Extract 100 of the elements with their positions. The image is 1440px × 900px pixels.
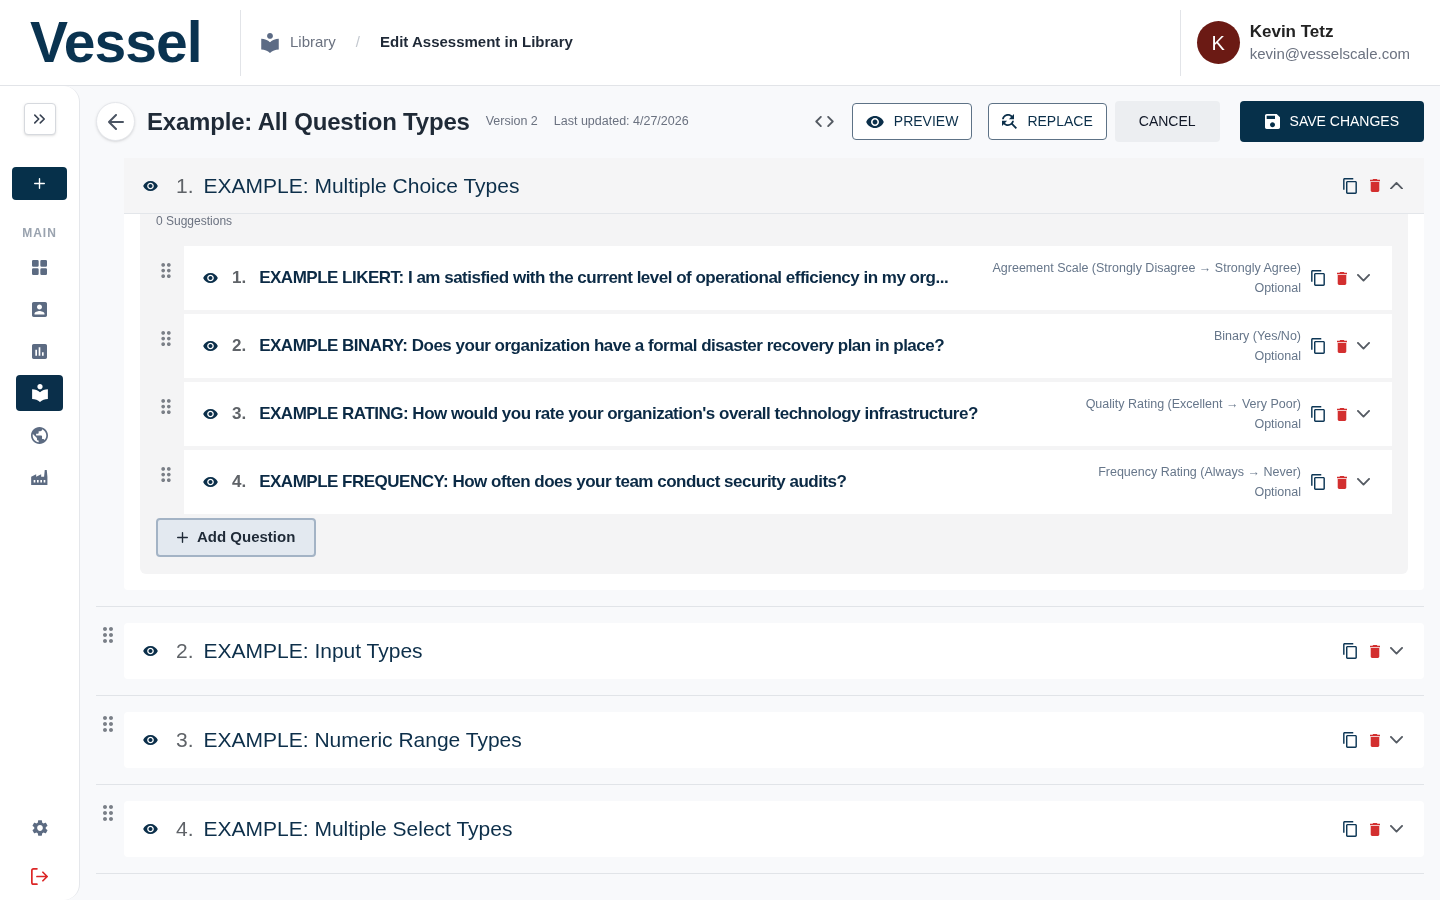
copy-icon[interactable] xyxy=(1311,406,1325,422)
globe-icon xyxy=(31,426,48,444)
drag-handle-icon[interactable] xyxy=(161,399,171,414)
section-header[interactable]: 1. EXAMPLE: Multiple Choice Types xyxy=(124,158,1424,214)
bar-chart-icon xyxy=(32,343,47,359)
eye-icon[interactable] xyxy=(203,273,218,283)
breadcrumb-current: Edit Assessment in Library xyxy=(380,32,573,53)
expand-sidebar-button[interactable] xyxy=(23,103,56,135)
chevron-down-icon[interactable] xyxy=(1390,825,1403,833)
requirement-label: Optional xyxy=(1254,348,1301,365)
drag-handle-icon[interactable] xyxy=(161,331,171,346)
breadcrumb-link[interactable]: Library xyxy=(290,31,336,54)
eye-icon[interactable] xyxy=(203,409,218,419)
code-icon[interactable] xyxy=(814,116,834,127)
last-updated-label: Last updated: 4/27/2026 xyxy=(553,113,689,131)
section-number: 1. xyxy=(176,172,194,199)
section-number: 3. xyxy=(176,727,194,754)
back-arrow-icon xyxy=(107,113,124,130)
trash-icon[interactable] xyxy=(1337,339,1347,353)
trash-icon[interactable] xyxy=(1337,475,1347,489)
question-type: Quality Rating (Excellent → Very Poor) xyxy=(1085,396,1301,413)
copy-icon[interactable] xyxy=(1343,732,1357,748)
user-name: Kevin Tetz xyxy=(1249,20,1335,43)
question-card[interactable]: 1. EXAMPLE LIKERT: I am satisfied with the current level of operational efficiency in my org... Agreement Scale (Strongly Disagree → Strongly Agree) Optional xyxy=(184,246,1392,310)
suggestion-count: 0 Suggestions xyxy=(156,214,233,228)
copy-icon[interactable] xyxy=(1343,643,1357,659)
section-number: 4. xyxy=(176,816,194,843)
question-type: Binary (Yes/No) xyxy=(1213,328,1301,345)
factory-icon xyxy=(31,469,48,485)
vessel-logo[interactable]: Vessel xyxy=(30,14,202,71)
question-number: 4. xyxy=(232,471,247,494)
copy-icon[interactable] xyxy=(1343,177,1357,194)
section-title: EXAMPLE: Multiple Select Types xyxy=(203,816,513,843)
question-number: 2. xyxy=(232,335,247,358)
add-button[interactable] xyxy=(12,167,67,200)
question-text: EXAMPLE BINARY: Does your organization have a formal disaster recovery plan in place? xyxy=(259,335,946,358)
drag-handle-icon[interactable] xyxy=(103,627,113,643)
section-title: EXAMPLE: Multiple Choice Types xyxy=(203,172,520,199)
question-number: 3. xyxy=(232,403,247,426)
requirement-label: Optional xyxy=(1254,484,1301,501)
eye-icon[interactable] xyxy=(143,824,158,834)
question-text: EXAMPLE RATING: How would you rate your organization's overall technology infrastructure? xyxy=(259,403,979,426)
drag-handle-icon[interactable] xyxy=(161,263,171,278)
add-question-button[interactable]: Add Question xyxy=(156,518,317,557)
copy-icon[interactable] xyxy=(1311,270,1325,286)
gear-icon xyxy=(31,820,48,836)
user-avatar[interactable]: K xyxy=(1196,21,1240,64)
page-title: Example: All Question Types xyxy=(147,106,470,137)
section-title: EXAMPLE: Input Types xyxy=(203,638,423,665)
replace-button[interactable]: REPLACE xyxy=(988,103,1107,140)
preview-button[interactable]: PREVIEW xyxy=(851,103,973,140)
eye-icon xyxy=(865,115,884,128)
question-number: 1. xyxy=(232,267,247,290)
plus-icon xyxy=(34,178,45,189)
chevron-down-icon[interactable] xyxy=(1357,478,1370,486)
question-card[interactable]: 4. EXAMPLE FREQUENCY: How often does your team conduct security audits? Frequency Rating (Always → Never) Optional xyxy=(184,450,1392,514)
question-type: Frequency Rating (Always → Never) xyxy=(1098,464,1301,481)
double-chevron-icon xyxy=(34,114,45,124)
question-card[interactable]: 3. EXAMPLE RATING: How would you rate your organization's overall technology infrastructure? Quality Rating (Excellent → Very Poor) Optional xyxy=(184,382,1392,446)
requirement-label: Optional xyxy=(1254,280,1301,297)
eye-icon[interactable] xyxy=(143,180,158,191)
save-changes-button[interactable]: SAVE CHANGES xyxy=(1239,101,1424,142)
trash-icon[interactable] xyxy=(1370,179,1380,192)
trash-icon[interactable] xyxy=(1337,407,1347,421)
copy-icon[interactable] xyxy=(1311,338,1325,354)
breadcrumb-separator: / xyxy=(355,32,361,53)
user-email: kevin@vesselscale.com xyxy=(1249,43,1410,64)
eye-icon[interactable] xyxy=(203,477,218,487)
chevron-down-icon[interactable] xyxy=(1357,342,1370,350)
person-card-icon xyxy=(32,301,47,317)
logout-icon xyxy=(31,867,48,885)
copy-icon[interactable] xyxy=(1343,821,1357,837)
book-reader-icon xyxy=(31,384,48,402)
version-label: Version 2 xyxy=(485,113,538,131)
chevron-down-icon[interactable] xyxy=(1390,736,1403,744)
book-reader-icon xyxy=(261,32,279,53)
chevron-up-icon[interactable] xyxy=(1390,181,1403,190)
chevron-down-icon[interactable] xyxy=(1357,410,1370,418)
section-title: EXAMPLE: Numeric Range Types xyxy=(203,727,522,754)
trash-icon[interactable] xyxy=(1337,271,1347,285)
copy-icon[interactable] xyxy=(1311,474,1325,490)
drag-handle-icon[interactable] xyxy=(103,805,113,821)
chevron-down-icon[interactable] xyxy=(1357,274,1370,282)
back-button[interactable] xyxy=(96,102,135,141)
question-type: Agreement Scale (Strongly Disagree → Strongly Agree) xyxy=(992,260,1301,277)
drag-handle-icon[interactable] xyxy=(161,467,171,482)
eye-icon[interactable] xyxy=(203,341,218,351)
eye-icon[interactable] xyxy=(143,735,158,745)
chevron-down-icon[interactable] xyxy=(1390,647,1403,655)
eye-icon[interactable] xyxy=(143,646,158,656)
cancel-button[interactable]: CANCEL xyxy=(1114,101,1220,142)
find-replace-icon xyxy=(1002,114,1018,129)
question-text: EXAMPLE LIKERT: I am satisfied with the current level of operational efficiency in my org... xyxy=(259,267,950,290)
section-number: 2. xyxy=(176,638,194,665)
question-card[interactable]: 2. EXAMPLE BINARY: Does your organization have a formal disaster recovery plan in place? Binary (Yes/No) Optional xyxy=(184,314,1392,378)
trash-icon[interactable] xyxy=(1370,644,1380,658)
drag-handle-icon[interactable] xyxy=(103,716,113,732)
sidebar-item[interactable] xyxy=(16,375,63,411)
trash-icon[interactable] xyxy=(1370,733,1380,747)
trash-icon[interactable] xyxy=(1370,822,1380,836)
